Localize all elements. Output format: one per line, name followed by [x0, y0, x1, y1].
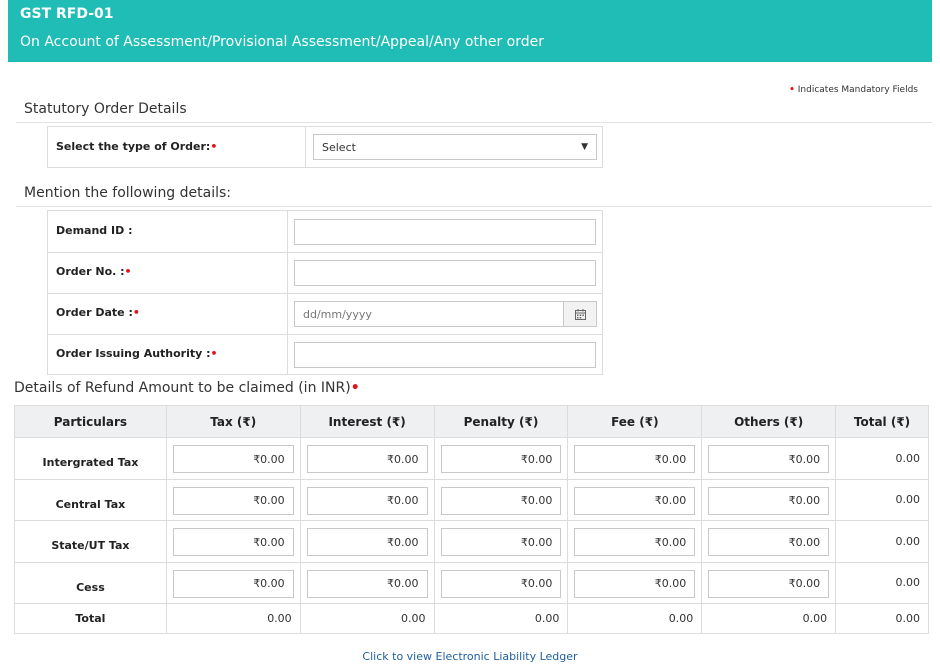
column-header: Particulars: [14, 405, 167, 438]
amount-input[interactable]: [708, 445, 830, 474]
column-header: Total (₹): [835, 405, 929, 438]
order-date-label: Order Date :•: [56, 306, 140, 319]
chevron-down-icon: ▼: [581, 142, 588, 152]
table-header-row: Particulars Tax (₹) Interest (₹) Penalty…: [14, 405, 929, 438]
amount-input[interactable]: [440, 528, 562, 557]
order-type-form: Select the type of Order:• Select ▼: [47, 126, 603, 168]
order-type-select-value: Select: [322, 140, 356, 154]
column-header: Interest (₹): [299, 405, 435, 438]
amount-input[interactable]: [172, 445, 294, 474]
amount-input[interactable]: [172, 569, 294, 598]
row-total: 0.00: [835, 437, 929, 480]
amount-input[interactable]: [708, 528, 830, 557]
row-total: 0.00: [835, 478, 929, 521]
amount-input[interactable]: [172, 486, 294, 515]
table-row: Intergrated Tax 0.00: [14, 437, 929, 480]
amount-input[interactable]: [708, 486, 830, 515]
authority-row: Order Issuing Authority :•: [48, 334, 602, 375]
amount-input[interactable]: [574, 445, 696, 474]
electronic-liability-ledger-link[interactable]: Click to view Electronic Liability Ledge…: [0, 650, 940, 663]
row-total: 0.00: [835, 561, 929, 604]
order-type-label: Select the type of Order:•: [56, 140, 218, 153]
amount-input[interactable]: [440, 445, 562, 474]
table-row: Central Tax 0.00: [14, 478, 929, 521]
demand-id-label: Demand ID :: [56, 224, 133, 237]
amount-input[interactable]: [306, 486, 428, 515]
amount-input[interactable]: [440, 569, 562, 598]
column-header: Others (₹): [701, 405, 837, 438]
section-divider: [16, 122, 932, 123]
order-date-row: Order Date :•: [48, 293, 602, 334]
order-no-label: Order No. :•: [56, 265, 132, 278]
order-date-input[interactable]: [294, 301, 564, 327]
refund-section-title: Details of Refund Amount to be claimed (…: [14, 380, 360, 396]
section-divider: [16, 206, 932, 207]
authority-label: Order Issuing Authority :•: [56, 347, 218, 360]
amount-input[interactable]: [172, 528, 294, 557]
row-label: State/UT Tax: [14, 520, 167, 563]
details-section-title: Mention the following details:: [24, 185, 232, 201]
form-subtitle: On Account of Assessment/Provisional Ass…: [20, 34, 544, 50]
table-row: State/UT Tax 0.00: [14, 520, 929, 563]
row-label: Cess: [14, 561, 167, 604]
amount-input[interactable]: [306, 528, 428, 557]
table-row: Cess 0.00: [14, 561, 929, 604]
order-type-row: Select the type of Order:• Select ▼: [48, 127, 602, 167]
grand-total: 0.00: [835, 603, 929, 634]
column-total: 0.00: [433, 603, 569, 634]
amount-input[interactable]: [574, 569, 696, 598]
column-total: 0.00: [299, 603, 435, 634]
page-header: GST RFD-01 On Account of Assessment/Prov…: [8, 0, 932, 62]
amount-input[interactable]: [574, 528, 696, 557]
amount-input[interactable]: [306, 445, 428, 474]
row-label: Intergrated Tax: [14, 437, 167, 480]
mandatory-note-text: Indicates Mandatory Fields: [797, 85, 918, 95]
demand-id-input[interactable]: [294, 219, 596, 245]
authority-input[interactable]: [294, 342, 596, 368]
column-header: Tax (₹): [165, 405, 301, 438]
row-total: 0.00: [835, 520, 929, 563]
mandatory-marker: •: [789, 85, 795, 95]
row-label: Central Tax: [14, 478, 167, 521]
order-no-row: Order No. :•: [48, 252, 602, 293]
column-header: Fee (₹): [567, 405, 703, 438]
calendar-button[interactable]: [564, 301, 597, 327]
order-no-input[interactable]: [294, 260, 596, 286]
refund-table: Particulars Tax (₹) Interest (₹) Penalty…: [14, 405, 929, 634]
calendar-icon: [574, 308, 586, 320]
order-type-select[interactable]: Select ▼: [313, 134, 597, 160]
demand-id-row: Demand ID :: [48, 211, 602, 252]
column-total: 0.00: [165, 603, 301, 634]
form-id: GST RFD-01: [20, 6, 114, 22]
row-label: Total: [14, 603, 167, 634]
total-row: Total 0.00 0.00 0.00 0.00 0.00 0.00: [14, 603, 929, 634]
amount-input[interactable]: [306, 569, 428, 598]
column-header: Penalty (₹): [433, 405, 569, 438]
mandatory-note: • Indicates Mandatory Fields: [789, 85, 918, 95]
amount-input[interactable]: [440, 486, 562, 515]
statutory-section-title: Statutory Order Details: [24, 101, 187, 117]
column-total: 0.00: [567, 603, 703, 634]
amount-input[interactable]: [574, 486, 696, 515]
order-details-form: Demand ID : Order No. :• Order Date :• d…: [47, 210, 603, 375]
amount-input[interactable]: [708, 569, 830, 598]
column-total: 0.00: [701, 603, 837, 634]
